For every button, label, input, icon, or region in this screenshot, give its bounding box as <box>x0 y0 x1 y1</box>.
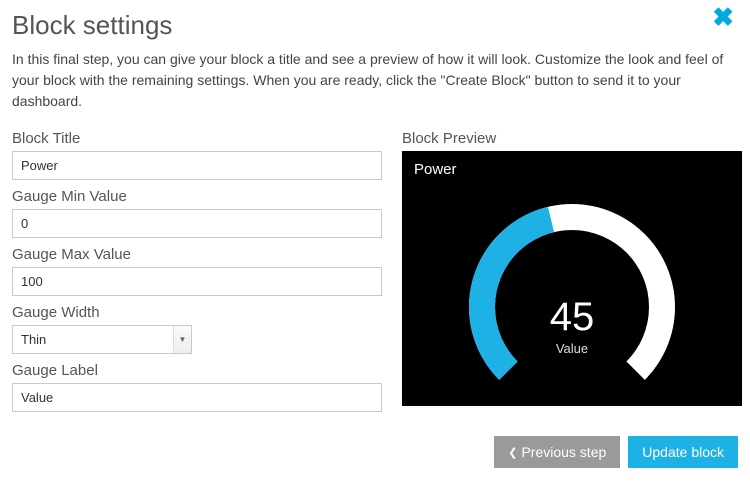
block-title-label: Block Title <box>12 130 382 147</box>
gauge-value: 45 <box>550 297 595 337</box>
chevron-left-icon: ❮ <box>508 446 517 459</box>
gauge-width-label: Gauge Width <box>12 304 382 321</box>
block-preview: Power 45 Value <box>402 151 742 406</box>
gauge-max-input[interactable] <box>12 267 382 296</box>
gauge-label-label: Gauge Label <box>12 362 382 379</box>
gauge-label-input[interactable] <box>12 383 382 412</box>
settings-form: Block Title Gauge Min Value Gauge Max Va… <box>12 130 382 412</box>
previous-step-button[interactable]: ❮ Previous step <box>494 436 620 468</box>
gauge-max-label: Gauge Max Value <box>12 246 382 263</box>
gauge-width-select[interactable] <box>12 325 192 354</box>
block-title-input[interactable] <box>12 151 382 180</box>
close-icon[interactable]: ✖ <box>712 4 734 30</box>
gauge-min-label: Gauge Min Value <box>12 188 382 205</box>
update-block-button[interactable]: Update block <box>628 436 738 468</box>
gauge-min-input[interactable] <box>12 209 382 238</box>
page-title: Block settings <box>12 10 738 41</box>
update-block-label: Update block <box>642 444 724 460</box>
block-preview-label: Block Preview <box>402 130 742 147</box>
gauge-fill <box>482 219 551 370</box>
intro-text: In this final step, you can give your bl… <box>12 49 732 112</box>
preview-title: Power <box>414 161 730 178</box>
gauge-value-label: Value <box>550 341 595 356</box>
previous-step-label: Previous step <box>521 444 606 460</box>
